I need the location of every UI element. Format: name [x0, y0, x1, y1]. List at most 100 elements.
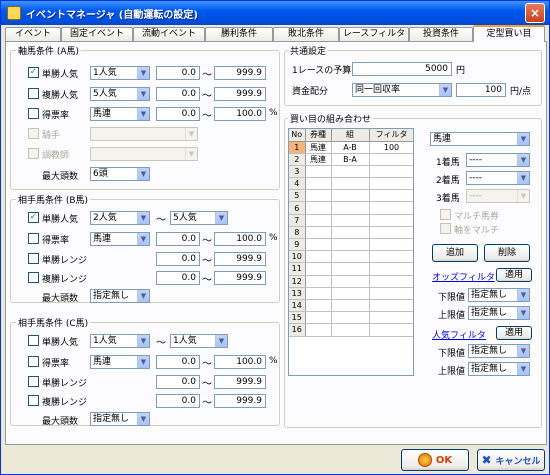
b-vote-rate-max[interactable]: 100.0 [214, 232, 266, 246]
b-popularity-from-select[interactable]: 2人気 ▼ [90, 211, 150, 225]
close-button[interactable]: × [525, 3, 545, 23]
row-ticket-type[interactable] [305, 262, 332, 276]
row-filter[interactable] [369, 323, 413, 337]
a-place-popularity-max[interactable]: 999.9 [214, 87, 266, 101]
ok-button[interactable]: OK [401, 449, 469, 471]
row-filter[interactable] [369, 311, 413, 325]
allocation-amount-input[interactable]: 100 [456, 83, 506, 97]
a-popularity-checkbox[interactable]: ✓ [28, 67, 39, 78]
tab-event[interactable]: イベント [5, 27, 61, 41]
b-vote-rate-min[interactable]: 0.0 [156, 232, 200, 246]
row-ticket-type[interactable] [305, 299, 332, 313]
row-filter[interactable] [369, 250, 413, 264]
a-place-popularity-select[interactable]: 5人気 ▼ [90, 87, 150, 101]
row-ticket-type[interactable]: 馬連 [305, 141, 332, 154]
row-filter[interactable] [369, 214, 413, 227]
table-row[interactable]: 11 [289, 262, 413, 276]
c-popularity-from-select[interactable]: 1人気 ▼ [90, 334, 150, 348]
row-combination[interactable] [331, 287, 370, 300]
row-filter[interactable] [369, 287, 413, 300]
c-place-range-min[interactable]: 0.0 [156, 394, 200, 408]
a-max-count-select[interactable]: 6頭 ▼ [90, 167, 150, 181]
cancel-button[interactable]: ✖ キャンセル [477, 449, 545, 471]
row-filter[interactable] [369, 153, 413, 166]
first-horse-select[interactable]: ---- ▼ [466, 153, 530, 167]
row-ticket-type[interactable]: 馬連 [305, 153, 332, 166]
budget-input[interactable]: 5000 [352, 62, 452, 76]
tab-fixed-bets[interactable]: 定型買い目 [473, 25, 545, 42]
a-popularity-select[interactable]: 1人気 ▼ [90, 66, 150, 80]
row-ticket-type[interactable] [305, 287, 332, 300]
row-combination[interactable] [331, 299, 370, 313]
a-place-popularity-min[interactable]: 0.0 [156, 87, 200, 101]
c-win-range-checkbox[interactable] [28, 376, 39, 387]
a-place-popularity-checkbox[interactable] [28, 88, 39, 99]
bet-grid[interactable]: No 券種 組 フィルタ 1 馬連 A-B 100 2 馬連 B-A 3 4 5 6 7 8 9 10 11 1… [288, 128, 414, 376]
row-combination[interactable] [331, 250, 370, 264]
a-trainer-select[interactable]: ▼ [90, 147, 198, 161]
b-place-range-min[interactable]: 0.0 [156, 271, 200, 285]
a-jockey-checkbox[interactable] [28, 128, 39, 139]
row-filter[interactable] [369, 201, 413, 215]
b-win-range-min[interactable]: 0.0 [156, 252, 200, 266]
odds-lower-select[interactable]: 指定無し ▼ [468, 288, 530, 302]
row-ticket-type[interactable] [305, 226, 332, 240]
table-row[interactable]: 8 [289, 226, 413, 240]
row-combination[interactable] [331, 238, 370, 252]
row-combination[interactable] [331, 189, 370, 203]
ticket-type-select[interactable]: 馬連 ▼ [430, 132, 530, 146]
row-filter[interactable] [369, 189, 413, 203]
a-vote-rate-max[interactable]: 100.0 [214, 107, 266, 121]
table-row[interactable]: 4 [289, 177, 413, 191]
b-popularity-to-select[interactable]: 5人気 ▼ [170, 211, 228, 225]
tab-flow-event[interactable]: 流動イベント [133, 27, 205, 41]
popularity-filter-link[interactable]: 人気フィルタ [432, 328, 486, 341]
row-combination[interactable] [331, 311, 370, 325]
row-combination[interactable] [331, 201, 370, 215]
row-combination[interactable] [331, 323, 370, 337]
a-jockey-select[interactable]: ▼ [90, 127, 198, 141]
b-win-range-max[interactable]: 999.9 [214, 252, 266, 266]
row-combination[interactable]: B-A [331, 153, 370, 166]
row-combination[interactable]: A-B [331, 141, 370, 154]
row-combination[interactable] [331, 275, 370, 288]
c-win-range-min[interactable]: 0.0 [156, 375, 200, 389]
table-row[interactable]: 14 [289, 299, 413, 313]
a-vote-rate-checkbox[interactable] [28, 108, 39, 119]
row-ticket-type[interactable] [305, 201, 332, 215]
c-vote-rate-checkbox[interactable] [28, 356, 39, 367]
a-vote-rate-min[interactable]: 0.0 [156, 107, 200, 121]
multi-bet-checkbox[interactable] [440, 209, 451, 220]
c-vote-rate-max[interactable]: 100.0 [214, 355, 266, 369]
title-bar[interactable]: イベントマネージャ (自動運転の設定) × [1, 1, 549, 25]
allocation-select[interactable]: 同一回収率 ▼ [352, 83, 452, 97]
b-vote-rate-checkbox[interactable] [28, 233, 39, 244]
b-max-count-select[interactable]: 指定無し ▼ [90, 289, 150, 303]
table-row[interactable]: 5 [289, 189, 413, 203]
c-place-range-max[interactable]: 999.9 [214, 394, 266, 408]
tab-win-condition[interactable]: 勝利条件 [205, 27, 273, 41]
pop-upper-select[interactable]: 指定無し ▼ [468, 362, 530, 376]
c-vote-rate-min[interactable]: 0.0 [156, 355, 200, 369]
row-combination[interactable] [331, 177, 370, 191]
row-combination[interactable] [331, 214, 370, 227]
row-combination[interactable] [331, 262, 370, 276]
table-row[interactable]: 1 馬連 A-B 100 [289, 141, 413, 154]
row-filter[interactable] [369, 165, 413, 179]
tab-loss-condition[interactable]: 敗北条件 [273, 27, 339, 41]
table-row[interactable]: 12 [289, 275, 413, 288]
row-filter[interactable] [369, 262, 413, 276]
delete-button[interactable]: 削除 [484, 244, 530, 262]
tab-race-filter[interactable]: レースフィルタ [339, 27, 409, 41]
third-horse-select[interactable]: ---- ▼ [466, 189, 530, 203]
row-ticket-type[interactable] [305, 238, 332, 252]
row-ticket-type[interactable] [305, 323, 332, 337]
table-row[interactable]: 13 [289, 287, 413, 300]
table-row[interactable]: 15 [289, 311, 413, 325]
c-max-count-select[interactable]: 指定無し ▼ [90, 412, 150, 426]
c-popularity-to-select[interactable]: 1人気 ▼ [170, 334, 228, 348]
a-trainer-checkbox[interactable] [28, 148, 39, 159]
c-popularity-checkbox[interactable] [28, 335, 39, 346]
pop-lower-select[interactable]: 指定無し ▼ [468, 344, 530, 358]
row-filter[interactable] [369, 177, 413, 191]
